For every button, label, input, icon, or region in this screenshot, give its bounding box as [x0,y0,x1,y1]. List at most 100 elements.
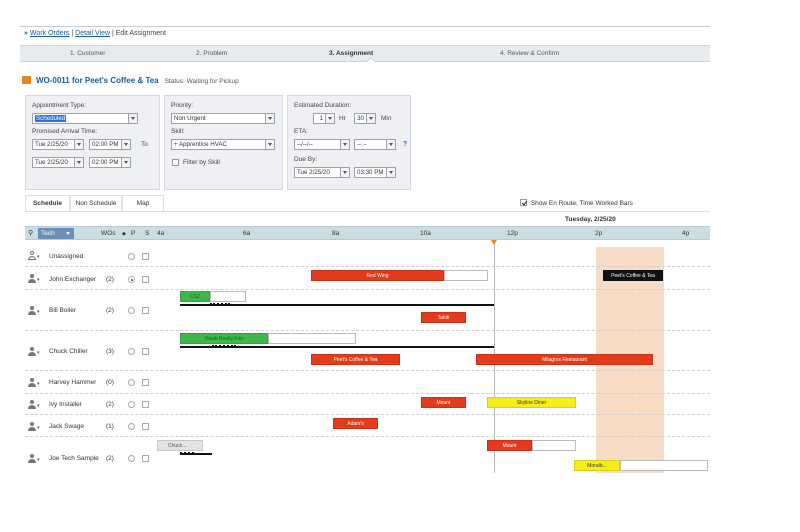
tech-sort-dropdown[interactable]: Tech [38,228,74,239]
appointment-bar-remaining[interactable] [532,440,576,451]
row-divider [25,393,710,394]
user-icon[interactable]: ▾ [27,422,40,431]
breadcrumb-work-orders-link[interactable]: Work Orders [30,30,70,37]
tab-map[interactable]: Map [122,195,164,211]
priority-radio[interactable] [128,276,135,283]
appointment-bar-remaining[interactable] [620,460,708,471]
select-checkbox[interactable] [142,423,149,430]
skill-label: Skill: [171,128,185,135]
wos-header[interactable]: WOs [101,230,115,237]
appointment-bar[interactable]: Skyline Diner [487,397,576,408]
duration-hours-select[interactable]: 1 [313,113,335,124]
priority-radio[interactable] [128,455,135,462]
help-icon[interactable]: ? [403,141,407,148]
show-en-route-checkbox[interactable] [520,199,527,206]
to-label: To [141,141,148,148]
step-review-confirm[interactable]: 4. Review & Confirm [500,50,559,57]
appointment-bar[interactable]: Milagros Restaurant [476,354,653,365]
appointment-bar[interactable]: CSZ [180,291,210,302]
time-worked-bar [180,346,494,348]
sort-icon[interactable]: ◆ [122,231,126,237]
user-icon[interactable]: ▾ [27,274,40,283]
select-checkbox[interactable] [142,348,149,355]
appointment-bar-remaining[interactable] [444,270,488,281]
skill-select[interactable]: + Apprentice HVAC [171,139,275,150]
appointment-bar[interactable]: Peet's Coffee & Tea [603,270,663,281]
eta-time-select[interactable]: --:-- [354,139,396,150]
tab-schedule[interactable]: Schedule [25,195,70,211]
priority-radio[interactable] [128,253,135,260]
due-time-select[interactable]: 03:30 PM [354,167,396,178]
priority-select[interactable]: Non Urgent [171,113,275,124]
wo-count: (1) [106,423,114,430]
tech-name: Ivy Installer [49,401,82,408]
appointment-bar[interactable]: Tahiti [421,312,466,323]
row-divider [25,330,710,331]
user-icon[interactable]: ▾ [27,306,40,315]
priority-radio[interactable] [128,423,135,430]
wo-count: (2) [106,401,114,408]
user-icon[interactable]: ▾ [27,378,40,387]
appointment-bar[interactable]: Hawk Realty Frio [180,333,268,344]
select-checkbox[interactable] [142,455,149,462]
select-checkbox[interactable] [142,253,149,260]
appointment-bar[interactable]: Moralb... [574,460,620,471]
chevron-down-icon [340,140,349,149]
user-icon[interactable]: ▾ [27,347,40,356]
appointment-bar[interactable]: Adam's [333,418,378,429]
select-checkbox[interactable] [142,276,149,283]
hour-label: 4a [157,230,165,237]
user-icon[interactable]: ▾ [27,400,40,409]
current-time-marker [491,240,497,245]
tech-name: Bill Boiler [49,307,77,314]
appointment-bar-remaining[interactable] [268,333,356,344]
wo-count: (3) [106,348,114,355]
appointment-bar[interactable]: Mount [487,440,532,451]
hour-label: 6a [243,230,251,237]
due-time-value: 03:30 PM [357,169,384,176]
tech-filter-icon[interactable]: ⚲ [28,229,33,237]
chevron-down-icon [128,114,137,123]
step-problem[interactable]: 2. Problem [196,50,227,57]
eta-time-value: --:-- [357,141,367,148]
duration-hours-value: 1 [319,115,323,122]
arrival-from-date-select[interactable]: Tue 2/25/20 [32,139,84,150]
priority-radio[interactable] [128,348,135,355]
appointment-bar[interactable]: Mount [421,397,466,408]
step-customer[interactable]: 1. Customer [70,50,105,57]
user-icon[interactable]: ▾ [27,454,40,463]
appointment-bar[interactable]: Chuck... [157,440,203,451]
appointment-bar[interactable]: Peet's Coffee & Tea [311,354,400,365]
tech-name: Joe Tech Sample [49,455,99,462]
priority-radio[interactable] [128,379,135,386]
hour-label: 2p [595,230,603,237]
arrival-from-time-select[interactable]: 02:00 PM [89,139,131,150]
priority-radio[interactable] [128,307,135,314]
wo-count: (2) [106,455,114,462]
appointment-bar-remaining[interactable] [210,291,246,302]
due-date-select[interactable]: Tue 2/25/20 [294,167,350,178]
priority-radio[interactable] [128,401,135,408]
promised-arrival-label: Promised Arrival Time: [32,128,98,135]
arrival-to-time-select[interactable]: 02:00 PM [89,157,131,168]
tab-non-schedule[interactable]: Non Schedule [70,195,122,211]
appointment-type-select[interactable]: Scheduled [32,113,138,124]
arrival-to-date-select[interactable]: Tue 2/25/20 [32,157,84,168]
chevron-down-icon [121,140,130,149]
select-checkbox[interactable] [142,307,149,314]
unassigned-user-icon[interactable]: ▾ [27,251,40,260]
show-en-route-toggle[interactable]: Show En Route, Time Worked Bars [520,199,633,207]
show-en-route-label: Show En Route, Time Worked Bars [530,200,633,207]
duration-minutes-select[interactable]: 30 [354,113,376,124]
select-checkbox[interactable] [142,379,149,386]
breadcrumb-detail-view-link[interactable]: Detail View [75,30,110,37]
filter-by-skill-checkbox[interactable] [172,159,179,166]
hour-label: 4p [682,230,690,237]
select-checkbox[interactable] [142,401,149,408]
step-assignment[interactable]: 3. Assignment [329,50,373,57]
tech-name: Harvey Hammer [49,379,97,386]
time-worked-bar [180,304,494,306]
eta-date-select[interactable]: --/--/-- [294,139,350,150]
appointment-bar[interactable]: Red Wing [311,270,444,281]
breadcrumb: » Work Orders | Detail View | Edit Assig… [24,30,166,37]
